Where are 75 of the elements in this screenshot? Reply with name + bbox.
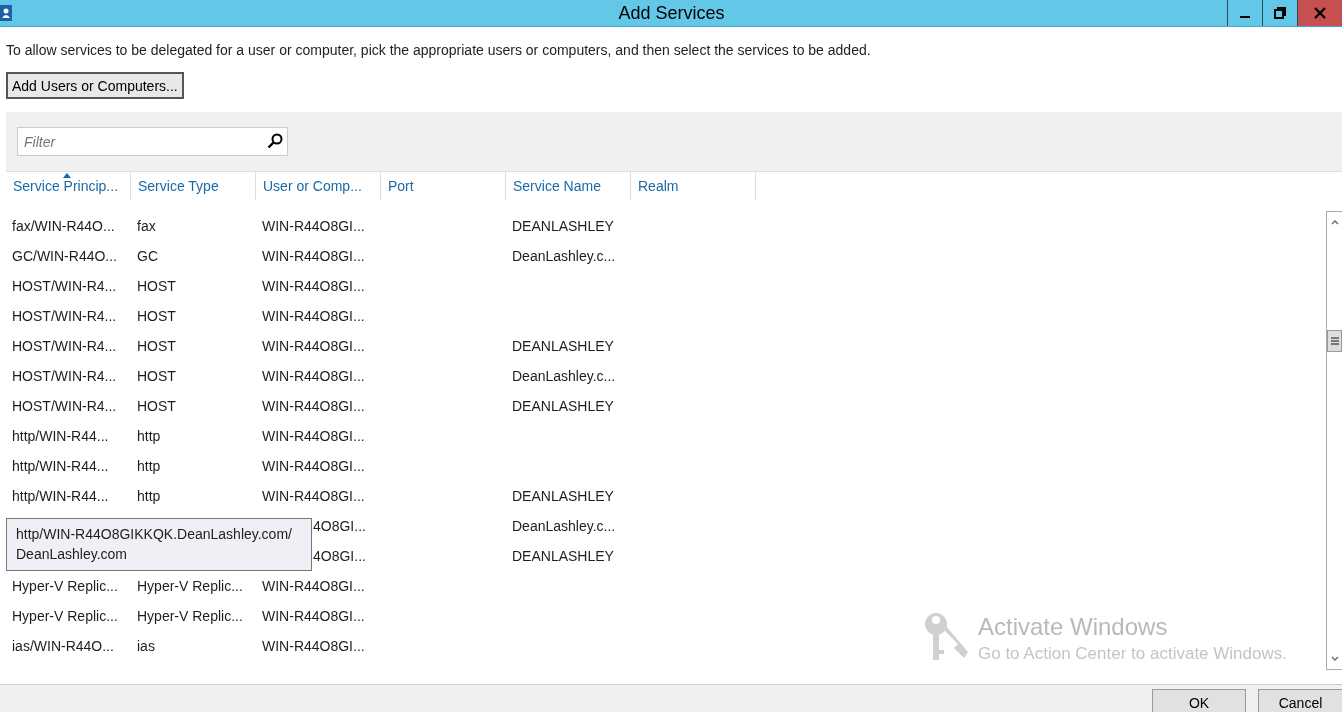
activation-message: Go to Action Center to activate Windows. (978, 643, 1287, 665)
table-cell: Hyper-V Replic... (137, 608, 243, 624)
scroll-down-icon[interactable] (1329, 655, 1340, 663)
table-cell: HOST (137, 338, 176, 354)
table-cell: ias (137, 638, 155, 654)
contact-card-icon (0, 5, 12, 21)
restore-icon (1273, 6, 1287, 20)
close-icon (1313, 6, 1327, 20)
activation-title: Activate Windows (978, 612, 1168, 642)
table-cell: DEANLASHLEY (512, 548, 614, 564)
scroll-thumb[interactable] (1327, 330, 1342, 352)
filter-field[interactable]: Filter (17, 127, 288, 156)
column-header[interactable]: Port (381, 172, 506, 200)
column-header[interactable]: User or Comp... (256, 172, 381, 200)
table-cell: Hyper-V Replic... (12, 578, 118, 594)
add-users-button[interactable]: Add Users or Computers... (6, 72, 184, 99)
table-cell: WIN-R44O8GI... (262, 368, 365, 384)
table-cell: HOST (137, 368, 176, 384)
table-cell: WIN-R44O8GI... (262, 338, 365, 354)
table-cell: fax (137, 218, 156, 234)
tooltip-text: DeanLashley.com (16, 545, 128, 564)
table-cell: Hyper-V Replic... (137, 578, 243, 594)
table-cell: WIN-R44O8GI... (262, 578, 365, 594)
table-cell: WIN-R44O8GI... (262, 638, 365, 654)
table-cell: DeanLashley.c... (512, 518, 616, 534)
table-cell: http/WIN-R44... (12, 458, 109, 474)
table-cell: http (137, 488, 161, 504)
instruction-text: To allow services to be delegated for a user or computer, pick the appropriate users or computers, and then select the services to be added. (6, 42, 872, 58)
table-cell: http/WIN-R44... (12, 488, 109, 504)
table-cell: WIN-R44O8GI... (262, 398, 365, 414)
table-cell: HOST/WIN-R4... (12, 398, 117, 414)
scroll-up-icon[interactable] (1329, 218, 1340, 226)
minimize-icon (1240, 16, 1250, 18)
table-cell: HOST (137, 278, 176, 294)
table-cell: DEANLASHLEY (512, 218, 614, 234)
table-cell: HOST (137, 308, 176, 324)
table-cell: fax/WIN-R44O... (12, 218, 115, 234)
table-cell: WIN-R44O8GI... (262, 278, 365, 294)
table-cell: http (137, 428, 161, 444)
table-cell: WIN-R44O8GI... (262, 458, 365, 474)
search-icon (267, 133, 283, 149)
tooltip-text: http/WIN-R44O8GIKKQK.DeanLashley.com/ (16, 525, 292, 544)
table-cell: HOST (137, 398, 176, 414)
table-cell: WIN-R44O8GI... (262, 248, 365, 264)
close-button[interactable] (1297, 0, 1342, 26)
scrollbar[interactable] (1326, 211, 1342, 670)
table-cell: http (137, 458, 161, 474)
table-cell: DEANLASHLEY (512, 338, 614, 354)
cancel-button[interactable]: Cancel (1258, 689, 1342, 712)
table-cell: HOST/WIN-R4... (12, 308, 117, 324)
table-cell: DeanLashley.c... (512, 248, 616, 264)
table-cell: 4O8GI... (313, 518, 366, 534)
table-cell: HOST/WIN-R4... (12, 278, 117, 294)
table-cell: WIN-R44O8GI... (262, 308, 365, 324)
table-cell: GC (137, 248, 158, 264)
table-cell: WIN-R44O8GI... (262, 608, 365, 624)
ok-button[interactable]: OK (1152, 689, 1246, 712)
table-cell: HOST/WIN-R4... (12, 338, 117, 354)
column-header[interactable]: Service Type (131, 172, 256, 200)
window-title: Add Services (617, 2, 726, 24)
column-header[interactable]: Service Princip... (6, 172, 131, 200)
table-cell: ias/WIN-R44O... (12, 638, 114, 654)
table-cell: WIN-R44O8GI... (262, 488, 365, 504)
column-header[interactable]: Realm (631, 172, 756, 200)
table-cell: http/WIN-R44... (12, 428, 109, 444)
table-cell: GC/WIN-R44O... (12, 248, 117, 264)
table-cell: WIN-R44O8GI... (262, 218, 365, 234)
table-cell: DEANLASHLEY (512, 398, 614, 414)
column-header[interactable]: Service Name (506, 172, 631, 200)
table-cell: HOST/WIN-R4... (12, 368, 117, 384)
table-cell: WIN-R44O8GI... (262, 428, 365, 444)
table-cell: 4O8GI... (313, 548, 366, 564)
table-cell: Hyper-V Replic... (12, 608, 118, 624)
table-cell: DEANLASHLEY (512, 488, 614, 504)
table-cell: DeanLashley.c... (512, 368, 616, 384)
